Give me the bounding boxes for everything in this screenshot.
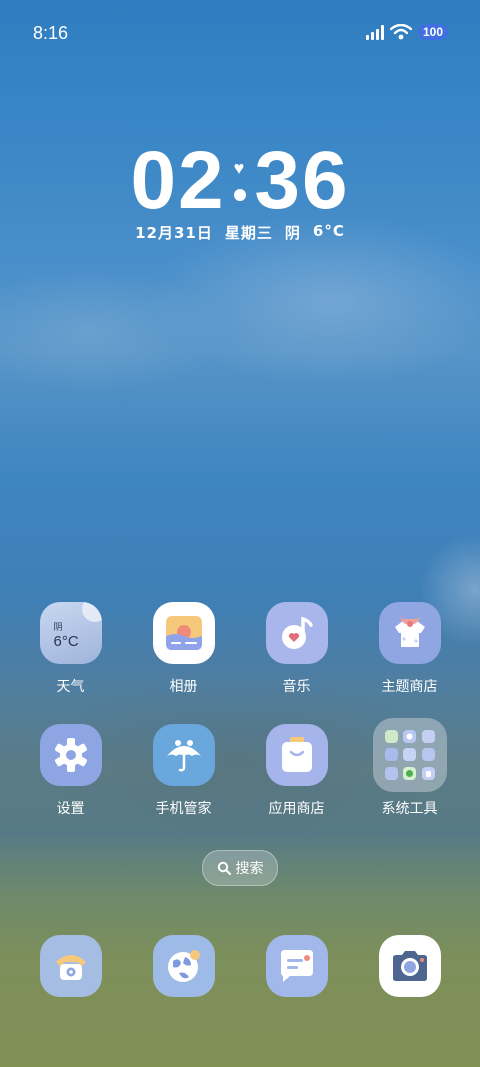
app-label: 天气 <box>56 679 85 695</box>
weather-temp: 6°C <box>53 633 79 650</box>
weather-icon[interactable]: 阴 6°C <box>39 602 102 664</box>
phone-icon[interactable] <box>39 935 102 997</box>
dock-camera[interactable] <box>353 935 466 997</box>
search-icon <box>217 861 231 875</box>
app-label: 主题商店 <box>381 679 438 695</box>
app-label: 应用商店 <box>268 801 325 817</box>
app-settings[interactable]: 设置 <box>14 724 127 818</box>
app-app-store[interactable]: 应用商店 <box>240 724 353 818</box>
heart-icon: ♥ <box>233 158 247 178</box>
search-label: 搜索 <box>235 861 264 877</box>
app-grid: 阴 6°C 天气 相册 音乐 主题商店 设置 手机管家 应用商店 系统工具 <box>14 602 466 818</box>
status-bar: 8:16 100 <box>0 0 480 68</box>
lock-clock-widget[interactable]: 02 ♥ 36 12月31日 星期三 阴 6°C <box>0 140 480 243</box>
music-icon[interactable] <box>265 602 328 664</box>
shopping-bag-icon[interactable] <box>265 724 328 786</box>
app-label: 相册 <box>169 679 198 695</box>
status-time: 8:16 <box>33 23 69 43</box>
search-button[interactable]: 搜索 <box>202 850 278 886</box>
app-gallery[interactable]: 相册 <box>127 602 240 696</box>
weather-condition: 阴 <box>53 623 63 633</box>
dock <box>14 935 466 997</box>
app-music[interactable]: 音乐 <box>240 602 353 696</box>
dock-phone[interactable] <box>14 935 127 997</box>
theme-store-icon[interactable] <box>378 602 441 664</box>
app-folder-system-tools[interactable]: 系统工具 <box>353 718 466 818</box>
signal-icon <box>365 24 384 40</box>
browser-globe-icon[interactable] <box>152 935 215 997</box>
app-label: 手机管家 <box>155 801 212 817</box>
app-label: 系统工具 <box>381 801 438 817</box>
app-phone-manager[interactable]: 手机管家 <box>127 724 240 818</box>
folder-icon[interactable] <box>372 718 447 792</box>
gear-icon[interactable] <box>39 724 102 786</box>
clock-separator: ♥ <box>233 158 247 201</box>
app-label: 音乐 <box>282 679 311 695</box>
umbrella-icon[interactable] <box>152 724 215 786</box>
gallery-icon[interactable] <box>152 602 215 664</box>
battery-badge: 100 <box>417 24 448 40</box>
clock-temp: 6°C <box>312 222 345 240</box>
clock-minutes: 36 <box>254 135 350 226</box>
app-theme-store[interactable]: 主题商店 <box>353 602 466 696</box>
dock-messages[interactable] <box>240 935 353 997</box>
wifi-icon <box>389 24 412 40</box>
camera-icon[interactable] <box>378 935 441 997</box>
clock-date: 12月31日 <box>135 224 213 242</box>
app-label: 设置 <box>56 801 85 817</box>
clock-weekday: 星期三 <box>224 224 273 242</box>
app-weather[interactable]: 阴 6°C 天气 <box>14 602 127 696</box>
clock-weather: 阴 <box>284 224 301 242</box>
dock-browser[interactable] <box>127 935 240 997</box>
message-icon[interactable] <box>265 935 328 997</box>
clock-hours: 02 <box>130 135 226 226</box>
